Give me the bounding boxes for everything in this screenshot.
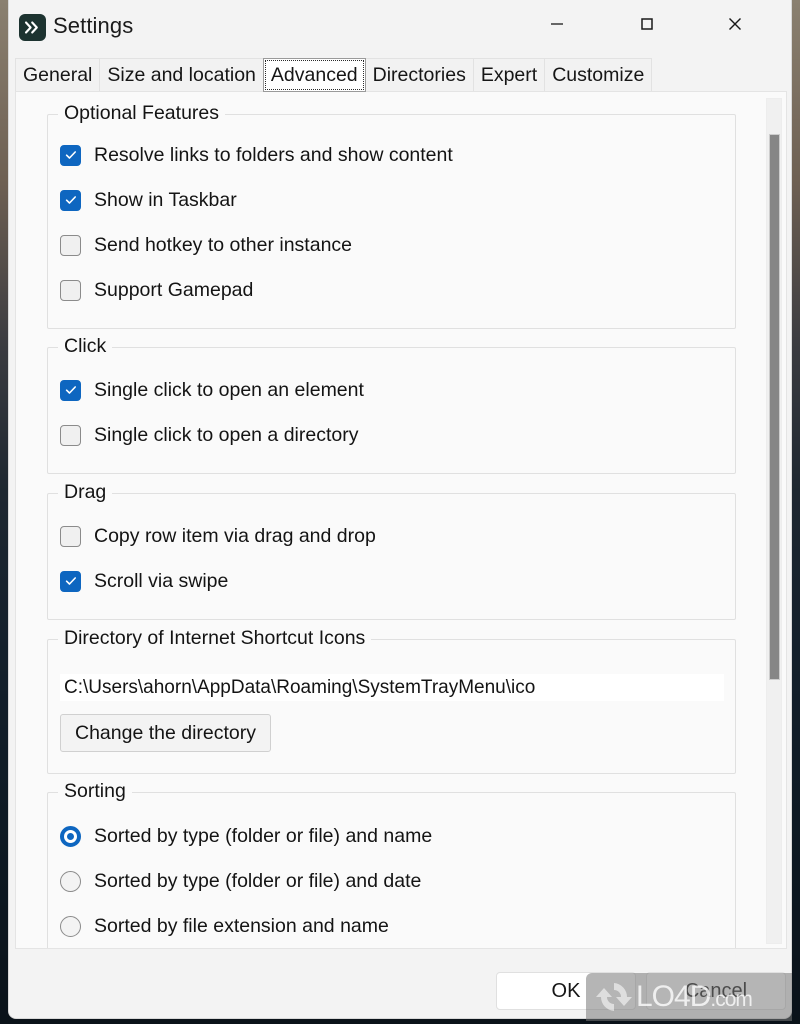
checkbox-label: Support Gamepad	[94, 278, 254, 301]
checkbox-send-hotkey[interactable]: Send hotkey to other instance	[60, 232, 352, 258]
tab-strip: General Size and location Advanced Direc…	[15, 58, 695, 92]
tab-label: General	[23, 63, 93, 86]
shortcut-icons-path-input[interactable]	[60, 674, 724, 701]
group-title: Directory of Internet Shortcut Icons	[58, 627, 372, 650]
group-drag: Drag Copy row item via drag and drop Scr…	[47, 481, 736, 620]
checkbox-label: Single click to open a directory	[94, 423, 359, 446]
radio-sort-type-date[interactable]: Sorted by type (folder or file) and date	[60, 868, 421, 894]
group-title: Click	[58, 335, 113, 358]
tab-directories[interactable]: Directories	[364, 58, 474, 92]
chevron-double-right-icon	[19, 14, 46, 41]
checkbox-checked-icon	[60, 570, 81, 592]
radio-label: Sorted by type (folder or file) and name	[94, 824, 433, 847]
tab-label: Expert	[480, 63, 538, 86]
checkbox-label: Single click to open an element	[94, 378, 364, 401]
checkbox-label: Resolve links to folders and show conten…	[94, 143, 453, 166]
group-title: Optional Features	[58, 102, 226, 125]
radio-unselected-icon	[60, 870, 81, 892]
tab-customize[interactable]: Customize	[544, 58, 653, 92]
tab-label: Size and location	[107, 63, 256, 86]
checkbox-label: Send hotkey to other instance	[94, 233, 353, 256]
vertical-scrollbar[interactable]	[766, 98, 782, 944]
group-sorting: Sorting Sorted by type (folder or file) …	[47, 780, 736, 948]
group-shortcut-icons-directory: Directory of Internet Shortcut Icons Cha…	[47, 627, 736, 774]
group-optional-features: Optional Features Resolve links to folde…	[47, 102, 736, 329]
radio-label: Sorted by type (folder or file) and date	[94, 869, 422, 892]
checkbox-unchecked-icon	[60, 424, 81, 446]
tab-advanced[interactable]: Advanced	[262, 58, 366, 92]
title-bar[interactable]: Settings	[9, 0, 791, 56]
tab-size-location[interactable]: Size and location	[99, 58, 264, 92]
checkbox-resolve-links[interactable]: Resolve links to folders and show conten…	[60, 142, 453, 168]
checkbox-show-in-taskbar[interactable]: Show in Taskbar	[60, 187, 237, 213]
checkbox-scroll-via-swipe[interactable]: Scroll via swipe	[60, 568, 228, 594]
cancel-button[interactable]: Cancel	[646, 972, 786, 1010]
checkbox-checked-icon	[60, 144, 81, 166]
group-title: Sorting	[58, 780, 132, 803]
tab-label: Directories	[372, 63, 466, 86]
radio-sort-extension-name[interactable]: Sorted by file extension and name	[60, 913, 389, 939]
tab-expert[interactable]: Expert	[472, 58, 546, 92]
tab-label: Advanced	[270, 63, 358, 86]
checkbox-label: Show in Taskbar	[94, 188, 237, 211]
checkbox-copy-row-item[interactable]: Copy row item via drag and drop	[60, 523, 376, 549]
checkbox-checked-icon	[60, 189, 81, 211]
radio-sort-type-name[interactable]: Sorted by type (folder or file) and name	[60, 823, 432, 849]
window-title: Settings	[53, 13, 134, 38]
scrollbar-thumb[interactable]	[769, 134, 780, 680]
change-directory-button[interactable]: Change the directory	[60, 714, 272, 752]
checkbox-unchecked-icon	[60, 279, 81, 301]
checkbox-support-gamepad[interactable]: Support Gamepad	[60, 277, 253, 303]
checkbox-single-click-element[interactable]: Single click to open an element	[60, 377, 364, 403]
close-icon[interactable]	[705, 0, 765, 48]
checkbox-label: Scroll via swipe	[94, 569, 229, 592]
group-title: Drag	[58, 481, 113, 504]
minimize-icon[interactable]	[527, 0, 587, 48]
checkbox-unchecked-icon	[60, 234, 81, 256]
checkbox-single-click-directory[interactable]: Single click to open a directory	[60, 422, 358, 448]
checkbox-checked-icon	[60, 379, 81, 401]
radio-unselected-icon	[60, 915, 81, 937]
settings-window: Settings General Size and location Advan…	[8, 0, 792, 1019]
tab-label: Customize	[552, 63, 645, 86]
group-click: Click Single click to open an element Si…	[47, 335, 736, 474]
checkbox-label: Copy row item via drag and drop	[94, 524, 376, 547]
ok-button[interactable]: OK	[496, 972, 636, 1010]
tab-general[interactable]: General	[15, 58, 101, 92]
radio-selected-icon	[60, 825, 81, 847]
radio-label: Sorted by file extension and name	[94, 914, 389, 937]
checkbox-unchecked-icon	[60, 525, 81, 547]
maximize-icon[interactable]	[617, 0, 677, 48]
settings-content-panel: Optional Features Resolve links to folde…	[15, 91, 787, 949]
dialog-footer: OK Cancel	[9, 955, 791, 1018]
